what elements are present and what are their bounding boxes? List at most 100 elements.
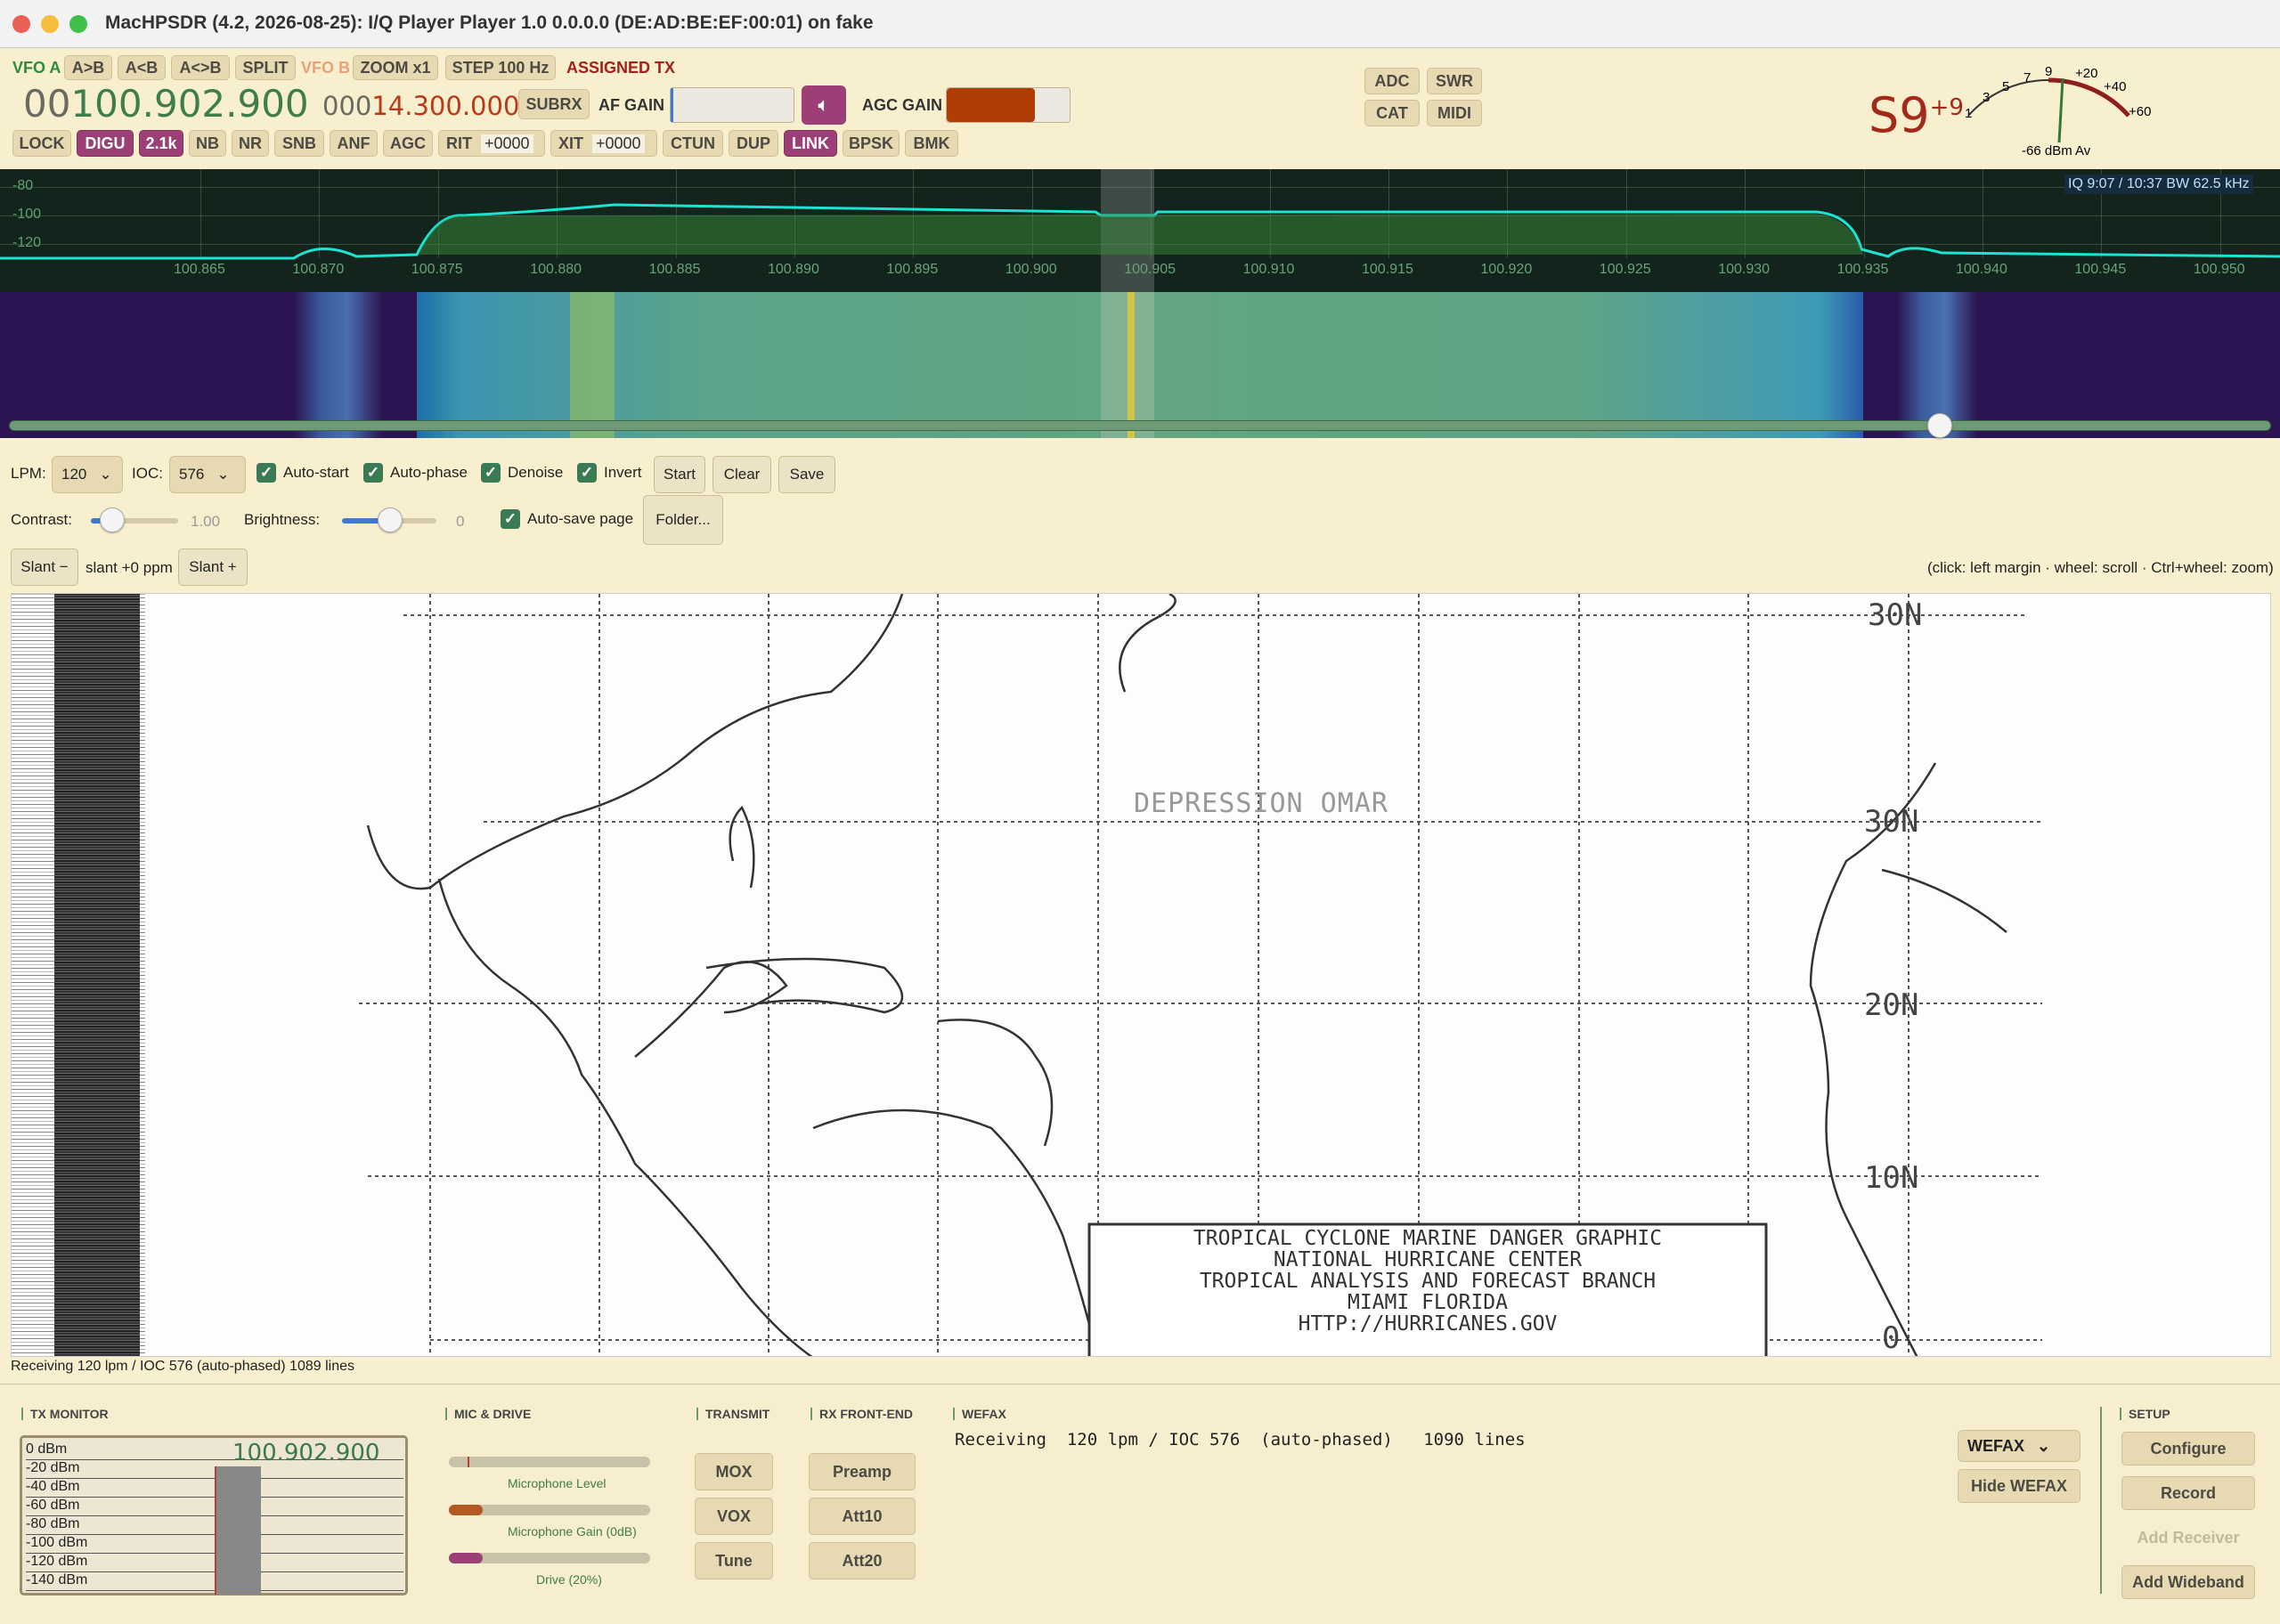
wefax-panel-header: WEFAX [953,1407,1006,1421]
bandwidth-button[interactable]: 2.1k [139,130,183,157]
af-gain-label: AF GAIN [598,96,664,114]
a-to-b-button[interactable]: A>B [64,55,112,80]
auto-start-checkbox[interactable]: ✓ Auto-start [256,463,349,483]
wefax-status: Receiving 120 lpm / IOC 576 (auto-phased… [11,1359,354,1374]
lock-button[interactable]: LOCK [12,130,71,157]
nb-button[interactable]: NB [189,130,226,157]
slant-plus-button[interactable]: Slant + [178,548,248,586]
ctun-button[interactable]: CTUN [663,130,723,157]
link-button[interactable]: LINK [784,130,837,157]
ioc-label: IOC: [132,465,163,482]
agc-gain-slider[interactable] [946,87,1071,123]
s-meter-tick: +40 [2104,79,2126,94]
frequency-tick-label: 100.910 [1242,262,1295,277]
db-label: -120 [12,235,42,250]
checkmark-icon: ✓ [481,463,501,483]
xit-control[interactable]: XIT +0000 [550,130,657,157]
brightness-slider-thumb[interactable] [378,508,403,532]
chevron-down-icon: ⌄ [216,466,230,483]
chevron-down-icon: ⌄ [2037,1436,2051,1455]
snb-button[interactable]: SNB [274,130,324,157]
slant-minus-button[interactable]: Slant − [11,548,78,586]
af-gain-fill [671,88,673,122]
add-wideband-button[interactable]: Add Wideband [2121,1565,2255,1599]
latitude-label: 10N [1864,1160,1919,1196]
midi-button[interactable]: MIDI [1427,100,1482,126]
tune-button[interactable]: Tune [695,1542,773,1579]
s-meter-tick: 3 [1983,90,1990,105]
vfo-b-frequency[interactable]: 00014.300.000 [322,91,519,121]
wefax-image[interactable]: DEPRESSION OMAR 30N 30N 20N 10N 0 TROPIC… [11,593,2271,1357]
contrast-slider-thumb[interactable] [100,508,125,532]
drive-label: Drive (20%) [536,1572,602,1587]
digu-mode-button[interactable]: DIGU [77,130,134,157]
minimize-window-button[interactable] [41,15,59,33]
att10-button[interactable]: Att10 [809,1498,916,1535]
swr-button[interactable]: SWR [1427,68,1482,94]
step-button[interactable]: STEP 100 Hz [445,55,556,80]
frequency-tick-label: 100.875 [411,262,463,277]
cat-button[interactable]: CAT [1364,100,1420,126]
window-title: MacHPSDR (4.2, 2026-08-25): I/Q Player P… [105,12,874,33]
lpm-select[interactable]: 120 ⌄ [52,456,123,493]
frequency-tick-label: 100.940 [1956,262,2007,277]
preamp-button[interactable]: Preamp [809,1453,916,1490]
add-receiver-button[interactable]: Add Receiver [2121,1521,2255,1555]
subrx-button[interactable]: SUBRX [518,89,590,119]
swap-vfo-button[interactable]: A<>B [171,55,230,80]
vfo-b-label[interactable]: VFO B [301,59,350,77]
vox-button[interactable]: VOX [695,1498,773,1535]
b-to-a-button[interactable]: A<B [118,55,166,80]
contrast-label: Contrast: [11,511,72,528]
denoise-checkbox[interactable]: ✓ Denoise [481,463,563,483]
folder-button[interactable]: Folder... [643,495,723,545]
zoom-window-button[interactable] [69,15,87,33]
split-button[interactable]: SPLIT [235,55,296,80]
zoom-button[interactable]: ZOOM x1 [353,55,438,80]
brightness-label: Brightness: [244,511,321,528]
tx-monitor-header: TX MONITOR [21,1407,109,1421]
vfo-a-label[interactable]: VFO A [12,59,61,77]
adc-button[interactable]: ADC [1364,68,1420,94]
mute-speaker-icon[interactable]: 🔈︎ [802,85,846,125]
bookmark-button[interactable]: BMK [905,130,958,157]
bpsk-button[interactable]: BPSK [843,130,900,157]
frequency-tick-label: 100.905 [1124,262,1177,277]
rit-control[interactable]: RIT +0000 [438,130,545,157]
start-button[interactable]: Start [654,456,705,493]
nr-button[interactable]: NR [232,130,269,157]
mode-select[interactable]: WEFAX ⌄ [1958,1430,2080,1462]
frequency-tick-label: 100.925 [1599,262,1651,277]
clear-button[interactable]: Clear [712,456,771,493]
agc-gain-label: AGC GAIN [862,96,942,114]
hide-wefax-button[interactable]: Hide WEFAX [1958,1469,2080,1503]
panadapter[interactable]: IQ 9:07 / 10:37 BW 62.5 kHz -80 -100 -12… [0,169,2280,292]
tx-monitor-display: 0 dBm -20 dBm -40 dBm -60 dBm -80 dBm -100 dB… [20,1435,408,1596]
auto-phase-checkbox[interactable]: ✓ Auto-phase [363,463,468,483]
anf-button[interactable]: ANF [330,130,378,157]
s-meter-tick: +20 [2075,66,2097,81]
save-button[interactable]: Save [778,456,835,493]
chevron-down-icon: ⌄ [99,466,112,483]
configure-button[interactable]: Configure [2121,1432,2255,1466]
att20-button[interactable]: Att20 [809,1542,916,1579]
agc-button[interactable]: AGC [383,130,433,157]
ioc-select[interactable]: 576 ⌄ [169,456,246,493]
waterfall-scroll-thumb[interactable] [1927,413,1952,438]
dup-button[interactable]: DUP [729,130,778,157]
close-window-button[interactable] [12,15,30,33]
frequency-tick-label: 100.950 [2193,262,2245,277]
invert-checkbox[interactable]: ✓ Invert [577,463,642,483]
storm-label: DEPRESSION OMAR [1134,788,1388,819]
mox-button[interactable]: MOX [695,1453,773,1490]
tx-frequency: 100.902.900 [232,1440,380,1466]
auto-save-checkbox[interactable]: ✓ Auto-save page [501,509,633,529]
record-button[interactable]: Record [2121,1476,2255,1510]
drive-slider[interactable] [449,1553,650,1563]
af-gain-slider[interactable] [670,87,794,123]
s-meter-tick: 7 [2024,70,2031,85]
mic-drive-header: MIC & DRIVE [445,1407,531,1421]
vfo-a-frequency[interactable]: 00100.902.900 [23,82,309,126]
mic-gain-slider[interactable] [449,1505,650,1515]
setup-header: SETUP [2120,1407,2170,1421]
